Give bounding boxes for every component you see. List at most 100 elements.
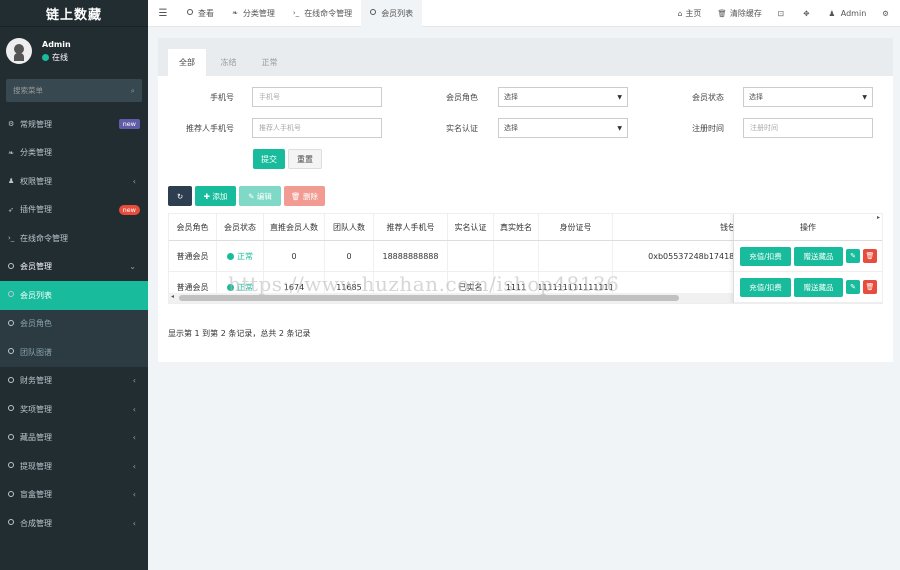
leaf-icon: ❧ (8, 148, 14, 157)
circle-icon (8, 433, 20, 442)
sidebar-item-member-list[interactable]: 会员列表 (0, 281, 148, 310)
col-direct-count[interactable]: 直推会员人数 (264, 214, 325, 240)
gears-icon: ⚙ (882, 8, 889, 18)
search-icon[interactable]: ⌕ (131, 86, 135, 96)
col-idcard[interactable]: 身份证号 (539, 214, 613, 240)
gift-collection-button[interactable]: 赠送藏品 (794, 277, 843, 297)
role-label: 会员角色 (446, 92, 478, 102)
col-role[interactable]: 会员角色 (169, 214, 217, 240)
sidebar-item-finance[interactable]: 财务管理 ‹ (0, 367, 148, 396)
refresh-icon: ↻ (176, 191, 184, 201)
referrer-input[interactable]: 推荐人手机号 (252, 118, 382, 138)
delete-button[interactable]: 🗑 删除 (284, 186, 325, 206)
table-header: 会员角色 会员状态 直推会员人数 团队人数 推荐人手机号 实名认证 真实姓名 身… (169, 214, 783, 241)
tab-normal[interactable]: 正常 (251, 49, 288, 76)
mobile-input[interactable]: 手机号 (252, 87, 382, 107)
rocket-icon: ➶ (8, 205, 14, 214)
tab-category[interactable]: ❧ 分类管理 (223, 0, 284, 27)
tab-view[interactable]: 查看 (178, 0, 223, 27)
horizontal-scrollbar[interactable]: ◂ (169, 293, 734, 303)
brand-logo[interactable]: 链上数藏 (0, 0, 148, 27)
trash-icon: 🗑 (717, 8, 727, 18)
status-select[interactable]: 选择 ▼ (743, 87, 873, 107)
sidebar-item-member-role[interactable]: 会员角色 (0, 309, 148, 338)
new-badge: new (118, 119, 140, 130)
gears-icon: ⚙ (8, 120, 15, 129)
sidebar-item-auth[interactable]: ♟ 权限管理 ‹ (0, 167, 148, 196)
gift-collection-button[interactable]: 赠送藏品 (794, 246, 843, 266)
scroll-thumb[interactable] (179, 295, 679, 301)
tab-command[interactable]: ›_ 在线命令管理 (284, 0, 361, 27)
regtime-input[interactable]: 注册时间 (743, 118, 873, 138)
edit-row-button[interactable]: ✎ (846, 249, 860, 263)
sidebar-item-plugins[interactable]: ➶ 插件管理 new (0, 196, 148, 225)
edit-button[interactable]: ✎ 编辑 (239, 186, 281, 206)
tab-member-list[interactable]: 会员列表 (361, 0, 423, 27)
menu-search-input[interactable]: 搜索菜单 ⌕ (6, 79, 142, 102)
tab-frozen[interactable]: 冻结 (210, 49, 247, 76)
trash-icon: 🗑 (291, 191, 301, 201)
recharge-button[interactable]: 充值/扣费 (740, 246, 791, 266)
scroll-left-icon[interactable]: ◂ (171, 293, 174, 300)
home-icon: ⌂ (677, 8, 683, 18)
col-referrer[interactable]: 推荐人手机号 (374, 214, 448, 240)
chevron-left-icon: ‹ (132, 461, 136, 471)
reset-button[interactable]: 重置 (288, 149, 322, 169)
fullscreen-button[interactable]: ✥ (795, 9, 820, 18)
col-realname[interactable]: 真实姓名 (494, 214, 539, 240)
tab-all[interactable]: 全部 (168, 49, 206, 76)
role-select[interactable]: 选择 ▼ (498, 87, 628, 107)
role-filter: 会员角色 选择 ▼ (432, 87, 628, 107)
table-row[interactable]: 普通会员 正常 0 0 18888888888 0xb05537248b1741… (169, 241, 783, 272)
col-operations: 操作 (734, 214, 882, 241)
terminal-icon: ›_ (8, 234, 15, 243)
add-button[interactable]: ✚ 添加 (195, 186, 236, 206)
chevron-left-icon: ‹ (132, 404, 136, 414)
sidebar-item-members[interactable]: 会员管理 ⌄ (0, 253, 148, 282)
recharge-button[interactable]: 充值/扣费 (740, 277, 791, 297)
mobile-filter: 手机号 手机号 (178, 87, 382, 107)
submit-button[interactable]: 提交 (253, 149, 285, 169)
refresh-button[interactable]: ↻ (168, 186, 192, 206)
clear-cache-button[interactable]: 🗑 清除缓存 (709, 8, 770, 19)
col-team-count[interactable]: 团队人数 (325, 214, 374, 240)
referrer-label: 推荐人手机号 (186, 123, 234, 133)
language-icon: ⊡ (777, 8, 785, 18)
pagination-summary: 显示第 1 到第 2 条记录，总共 2 条记录 (168, 329, 311, 338)
plus-icon: ✚ (203, 191, 210, 201)
fullscreen-icon: ✥ (803, 8, 810, 18)
sidebar-item-category[interactable]: ❧ 分类管理 (0, 139, 148, 168)
user-icon: ♟ (828, 8, 836, 18)
circle-icon (8, 319, 20, 328)
chevron-left-icon: ‹ (132, 176, 136, 186)
user-name: Admin (42, 39, 71, 49)
edit-row-button[interactable]: ✎ (846, 280, 860, 294)
delete-row-button[interactable]: 🗑 (863, 249, 877, 263)
pencil-icon: ✎ (248, 191, 255, 201)
sidebar-item-team-graph[interactable]: 团队图谱 (0, 338, 148, 367)
status-filter: 会员状态 选择 ▼ (678, 87, 873, 107)
admin-menu[interactable]: ♟ Admin (820, 9, 874, 18)
sidebar-item-blindbox[interactable]: 盲盒管理 ‹ (0, 481, 148, 510)
sidebar-item-command[interactable]: ›_ 在线命令管理 (0, 224, 148, 253)
language-button[interactable]: ⊡ (770, 9, 795, 18)
col-status[interactable]: 会员状态 (217, 214, 264, 240)
member-table: 会员角色 会员状态 直推会员人数 团队人数 推荐人手机号 实名认证 真实姓名 身… (168, 213, 883, 304)
delete-row-button[interactable]: 🗑 (863, 280, 877, 294)
circle-icon (370, 9, 377, 17)
status-label: 会员状态 (692, 92, 724, 102)
scroll-right-icon[interactable]: ▸ (877, 214, 880, 303)
new-badge: new (118, 204, 140, 215)
menu-toggle-icon[interactable]: ☰ (148, 8, 178, 19)
col-realname-auth[interactable]: 实名认证 (448, 214, 494, 240)
settings-button[interactable]: ⚙ (874, 9, 900, 18)
sidebar-item-general[interactable]: ⚙ 常规管理 new (0, 110, 148, 139)
home-link[interactable]: ⌂ 主页 (670, 8, 710, 19)
sidebar-item-collections[interactable]: 藏品管理 ‹ (0, 424, 148, 453)
status-badge: 正常 (227, 251, 253, 262)
sidebar-item-awards[interactable]: 奖项管理 ‹ (0, 395, 148, 424)
realname-select[interactable]: 选择 ▼ (498, 118, 628, 138)
sidebar-item-withdraw[interactable]: 提现管理 ‹ (0, 452, 148, 481)
ops-row: 充值/扣费 赠送藏品 ✎ 🗑 (734, 272, 882, 303)
sidebar-item-synthesis[interactable]: 合成管理 ‹ (0, 509, 148, 538)
